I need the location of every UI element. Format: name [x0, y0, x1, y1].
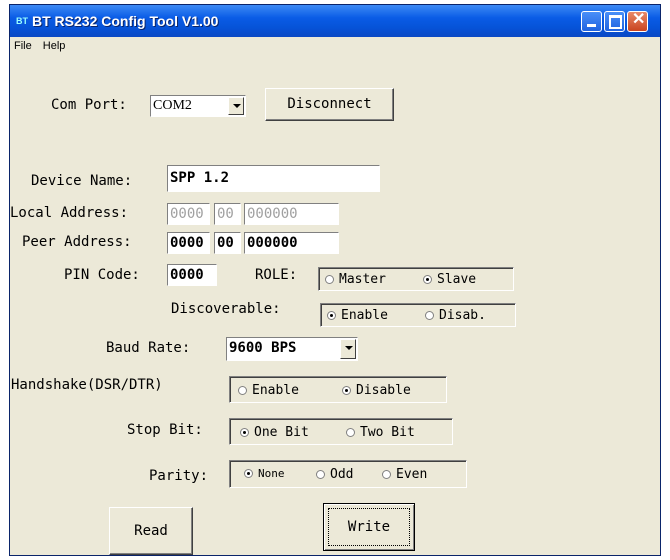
read-label: Read: [134, 523, 168, 539]
stop-bit-one-label: One Bit: [254, 425, 309, 440]
baud-rate-select[interactable]: 9600 BPS: [226, 337, 358, 361]
com-port-label: Com Port:: [51, 97, 127, 113]
minimize-button[interactable]: [581, 11, 602, 32]
role-slave-radio[interactable]: Slave: [423, 272, 476, 287]
window-title: BT RS232 Config Tool V1.00: [32, 13, 219, 29]
discoverable-label: Discoverable:: [171, 301, 281, 317]
minimize-icon: [587, 24, 596, 27]
write-label: Write: [347, 519, 391, 535]
parity-none-label: None: [258, 467, 285, 480]
com-port-value: COM2: [153, 98, 192, 113]
disconnect-label: Disconnect: [287, 96, 372, 112]
baud-rate-value: 9600 BPS: [229, 340, 297, 356]
chevron-down-icon[interactable]: [228, 97, 244, 115]
radio-unchecked-icon: [325, 275, 334, 284]
radio-checked-icon: [342, 386, 351, 395]
pin-code-label: PIN Code:: [64, 267, 140, 283]
local-address-part2: 00: [214, 203, 241, 225]
handshake-disable-label: Disable: [356, 383, 411, 398]
parity-even-radio[interactable]: Even: [382, 467, 427, 482]
radio-unchecked-icon: [316, 470, 325, 479]
discoverable-enable-label: Enable: [341, 308, 388, 323]
discoverable-radio-group: Enable Disab.: [320, 303, 516, 327]
close-icon: ✕: [632, 11, 646, 28]
parity-even-label: Even: [396, 467, 428, 482]
handshake-label: Handshake(DSR/DTR): [11, 377, 163, 393]
app-icon[interactable]: BT: [16, 15, 30, 27]
write-button[interactable]: Write: [323, 503, 415, 551]
menu-bar: File Help: [10, 37, 660, 57]
parity-odd-label: Odd: [330, 467, 354, 482]
parity-radio-group: None Odd Even: [229, 460, 467, 488]
role-master-radio[interactable]: Master: [325, 272, 386, 287]
local-address-part1: 0000: [167, 203, 210, 225]
device-name-label: Device Name:: [31, 173, 133, 189]
peer-address-part3[interactable]: 000000: [244, 232, 339, 254]
parity-label: Parity:: [149, 468, 209, 484]
stop-bit-two-label: Two Bit: [360, 425, 415, 440]
menu-help[interactable]: Help: [39, 37, 70, 52]
radio-unchecked-icon: [346, 428, 355, 437]
role-slave-label: Slave: [437, 272, 477, 287]
peer-address-part2[interactable]: 00: [214, 232, 241, 254]
read-button[interactable]: Read: [109, 507, 193, 555]
radio-unchecked-icon: [382, 470, 391, 479]
radio-unchecked-icon: [425, 311, 434, 320]
stop-bit-one-radio[interactable]: One Bit: [240, 425, 309, 440]
main-panel: Com Port: COM2 Disconnect Device Name: S…: [10, 57, 660, 555]
role-radio-group: Master Slave: [318, 267, 514, 291]
radio-unchecked-icon: [238, 386, 247, 395]
handshake-enable-radio[interactable]: Enable: [238, 383, 299, 398]
radio-checked-icon: [327, 311, 336, 320]
peer-address-part1[interactable]: 0000: [167, 232, 210, 254]
radio-checked-icon: [244, 469, 253, 478]
menu-file[interactable]: File: [10, 37, 36, 52]
device-name-input[interactable]: SPP 1.2: [167, 165, 380, 192]
close-button[interactable]: ✕: [627, 11, 648, 32]
local-address-part3: 000000: [244, 203, 339, 225]
role-master-label: Master: [339, 272, 386, 287]
discoverable-disable-label: Disab.: [439, 308, 486, 323]
stop-bit-label: Stop Bit:: [127, 422, 203, 438]
baud-rate-label: Baud Rate:: [106, 340, 191, 356]
local-address-label: Local Address:: [10, 205, 129, 221]
discoverable-disable-radio[interactable]: Disab.: [425, 308, 486, 323]
peer-address-label: Peer Address:: [22, 234, 132, 250]
role-label: ROLE:: [255, 267, 298, 283]
handshake-disable-radio[interactable]: Disable: [342, 383, 411, 398]
com-port-select[interactable]: COM2: [150, 95, 246, 117]
maximize-button[interactable]: [604, 11, 625, 32]
parity-odd-radio[interactable]: Odd: [316, 467, 353, 482]
disconnect-button[interactable]: Disconnect: [265, 88, 394, 121]
handshake-enable-label: Enable: [252, 383, 299, 398]
stop-bit-radio-group: One Bit Two Bit: [229, 418, 453, 445]
maximize-icon: [609, 15, 622, 29]
parity-none-radio[interactable]: None: [244, 467, 285, 480]
chevron-down-icon[interactable]: [340, 339, 356, 359]
title-bar[interactable]: BT BT RS232 Config Tool V1.00 ✕: [10, 5, 660, 37]
discoverable-enable-radio[interactable]: Enable: [327, 308, 388, 323]
stop-bit-two-radio[interactable]: Two Bit: [346, 425, 415, 440]
app-window: BT BT RS232 Config Tool V1.00 ✕ File Hel…: [9, 4, 661, 556]
handshake-radio-group: Enable Disable: [229, 376, 447, 403]
radio-checked-icon: [423, 275, 432, 284]
pin-code-input[interactable]: 0000: [167, 264, 217, 286]
radio-checked-icon: [240, 428, 249, 437]
